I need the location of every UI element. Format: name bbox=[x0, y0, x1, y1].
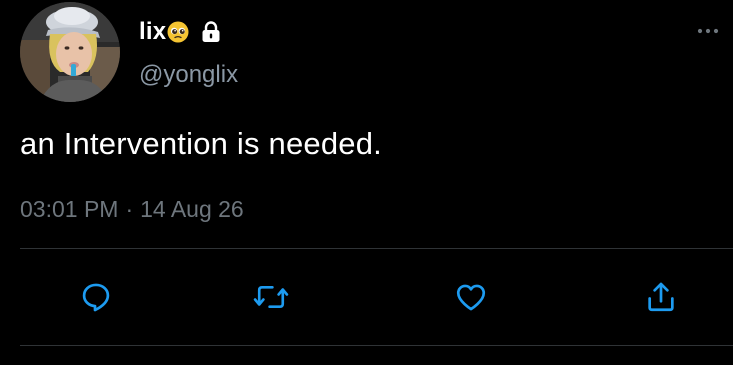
retweet-button[interactable] bbox=[249, 277, 293, 317]
divider bbox=[20, 248, 733, 249]
author-name-row: lix bbox=[139, 14, 223, 50]
tweet-date[interactable]: 14 Aug 26 bbox=[140, 198, 244, 221]
tweet-actions bbox=[0, 277, 733, 317]
heart-icon bbox=[456, 284, 486, 311]
divider bbox=[20, 345, 733, 346]
tweet: lix @yonglix an Intervention is needed. … bbox=[0, 0, 733, 365]
meta-separator: · bbox=[125, 196, 134, 222]
display-name[interactable]: lix bbox=[139, 20, 166, 44]
tweet-text: an Intervention is needed. bbox=[20, 126, 382, 161]
avatar[interactable] bbox=[20, 2, 120, 102]
like-button[interactable] bbox=[449, 277, 493, 317]
avatar-image bbox=[20, 2, 120, 102]
tweet-time[interactable]: 03:01 PM bbox=[20, 198, 118, 221]
tweet-meta: 03:01 PM · 14 Aug 26 bbox=[20, 198, 244, 221]
pleading-face-emoji-icon bbox=[167, 21, 189, 43]
retweet-icon bbox=[253, 285, 289, 309]
share-button[interactable] bbox=[639, 277, 683, 317]
share-icon bbox=[648, 282, 674, 312]
more-horizontal-icon bbox=[697, 28, 719, 34]
username-handle[interactable]: @yonglix bbox=[139, 63, 238, 87]
reply-button[interactable] bbox=[74, 277, 118, 317]
reply-icon bbox=[82, 283, 110, 312]
more-options-button[interactable] bbox=[690, 19, 726, 43]
lock-icon bbox=[199, 20, 223, 44]
